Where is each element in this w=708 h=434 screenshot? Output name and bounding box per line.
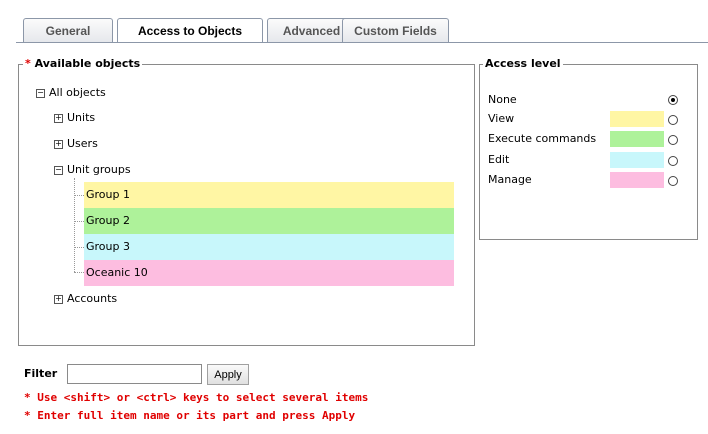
tab-access-to-objects[interactable]: Access to Objects	[117, 18, 263, 43]
color-swatch-edit	[610, 152, 664, 168]
access-level-title: Access level	[483, 57, 563, 70]
access-level-execute-commands: Execute commands	[488, 132, 597, 145]
tab-divider	[16, 42, 708, 43]
tab-general[interactable]: General	[23, 18, 113, 42]
tree-node-label: Unit groups	[67, 163, 131, 176]
tree-item-group[interactable]: Group 1	[84, 182, 454, 208]
hint-multiselect: * Use <shift> or <ctrl> keys to select s…	[24, 391, 369, 404]
tree-node-label: All objects	[49, 86, 106, 99]
filter-input[interactable]	[67, 364, 202, 384]
expand-icon[interactable]: +	[54, 295, 63, 304]
access-radio-view[interactable]	[668, 115, 678, 125]
available-objects-legend: * Available objects	[23, 57, 143, 70]
expand-icon[interactable]: +	[54, 114, 63, 123]
tree-connector	[74, 221, 84, 222]
access-radio-edit[interactable]	[668, 156, 678, 166]
access-level-none: None	[488, 93, 517, 106]
tree-connector	[74, 195, 84, 196]
tree-connector	[74, 178, 75, 272]
access-level-view: View	[488, 112, 515, 125]
color-swatch-manage	[610, 172, 664, 188]
required-mark: *	[25, 57, 31, 70]
tree-node-label: Units	[67, 111, 96, 124]
access-radio-none[interactable]	[668, 95, 678, 105]
tree-item-group[interactable]: Oceanic 10	[84, 260, 454, 286]
access-level-panel: Access level	[479, 57, 698, 240]
color-swatch-execute-commands	[610, 131, 664, 147]
tab-custom-fields[interactable]: Custom Fields	[342, 18, 449, 42]
access-level-edit: Edit	[488, 153, 510, 166]
tree-connector	[74, 247, 84, 248]
access-level-manage: Manage	[488, 173, 532, 186]
color-swatch-view	[610, 111, 664, 127]
collapse-icon[interactable]: −	[36, 89, 45, 98]
hint-filter: * Enter full item name or its part and p…	[24, 409, 356, 422]
available-objects-title: Available objects	[34, 57, 141, 70]
filter-label: Filter	[24, 367, 58, 380]
tree-node-label: Accounts	[67, 292, 118, 305]
tree-item-group[interactable]: Group 3	[84, 234, 454, 260]
access-radio-manage[interactable]	[668, 176, 678, 186]
tree-node-label: Users	[67, 137, 98, 150]
expand-icon[interactable]: +	[54, 140, 63, 149]
access-radio-execute-commands[interactable]	[668, 135, 678, 145]
apply-button[interactable]: Apply	[207, 364, 249, 385]
tree-connector	[74, 272, 84, 273]
tree-item-group[interactable]: Group 2	[84, 208, 454, 234]
collapse-icon[interactable]: −	[54, 166, 63, 175]
